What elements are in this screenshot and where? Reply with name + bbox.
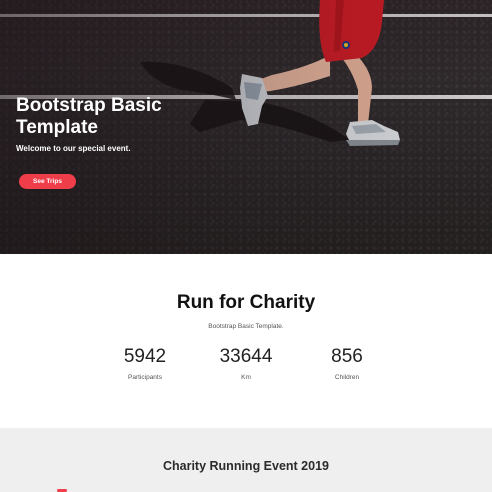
stat-km: 33644 Km xyxy=(196,346,296,381)
stat-participants: 5942 Participants xyxy=(95,346,195,381)
stat-label: Km xyxy=(241,374,251,381)
charity-stats-section: Run for Charity Bootstrap Basic Template… xyxy=(0,254,492,428)
section-title: Run for Charity xyxy=(176,292,316,313)
stat-children: 856 Children xyxy=(297,346,397,381)
hero-title: Bootstrap Basic Template xyxy=(16,95,162,138)
hero-subtitle: Welcome to our special event. xyxy=(16,144,131,153)
section-subtitle: Bootstrap Basic Template. xyxy=(208,323,284,330)
stat-label: Participants xyxy=(128,374,162,381)
stat-value: 856 xyxy=(331,346,363,367)
event-title: Charity Running Event 2019 xyxy=(162,459,329,473)
stat-value: 5942 xyxy=(123,346,167,367)
stat-label: Children xyxy=(334,374,360,381)
see-trips-button[interactable]: See Trips xyxy=(19,174,76,189)
stat-value: 33644 xyxy=(219,346,273,367)
event-section: Charity Running Event 2019 xyxy=(0,428,492,492)
hero-section: Bootstrap Basic Template Welcome to our … xyxy=(0,0,492,254)
